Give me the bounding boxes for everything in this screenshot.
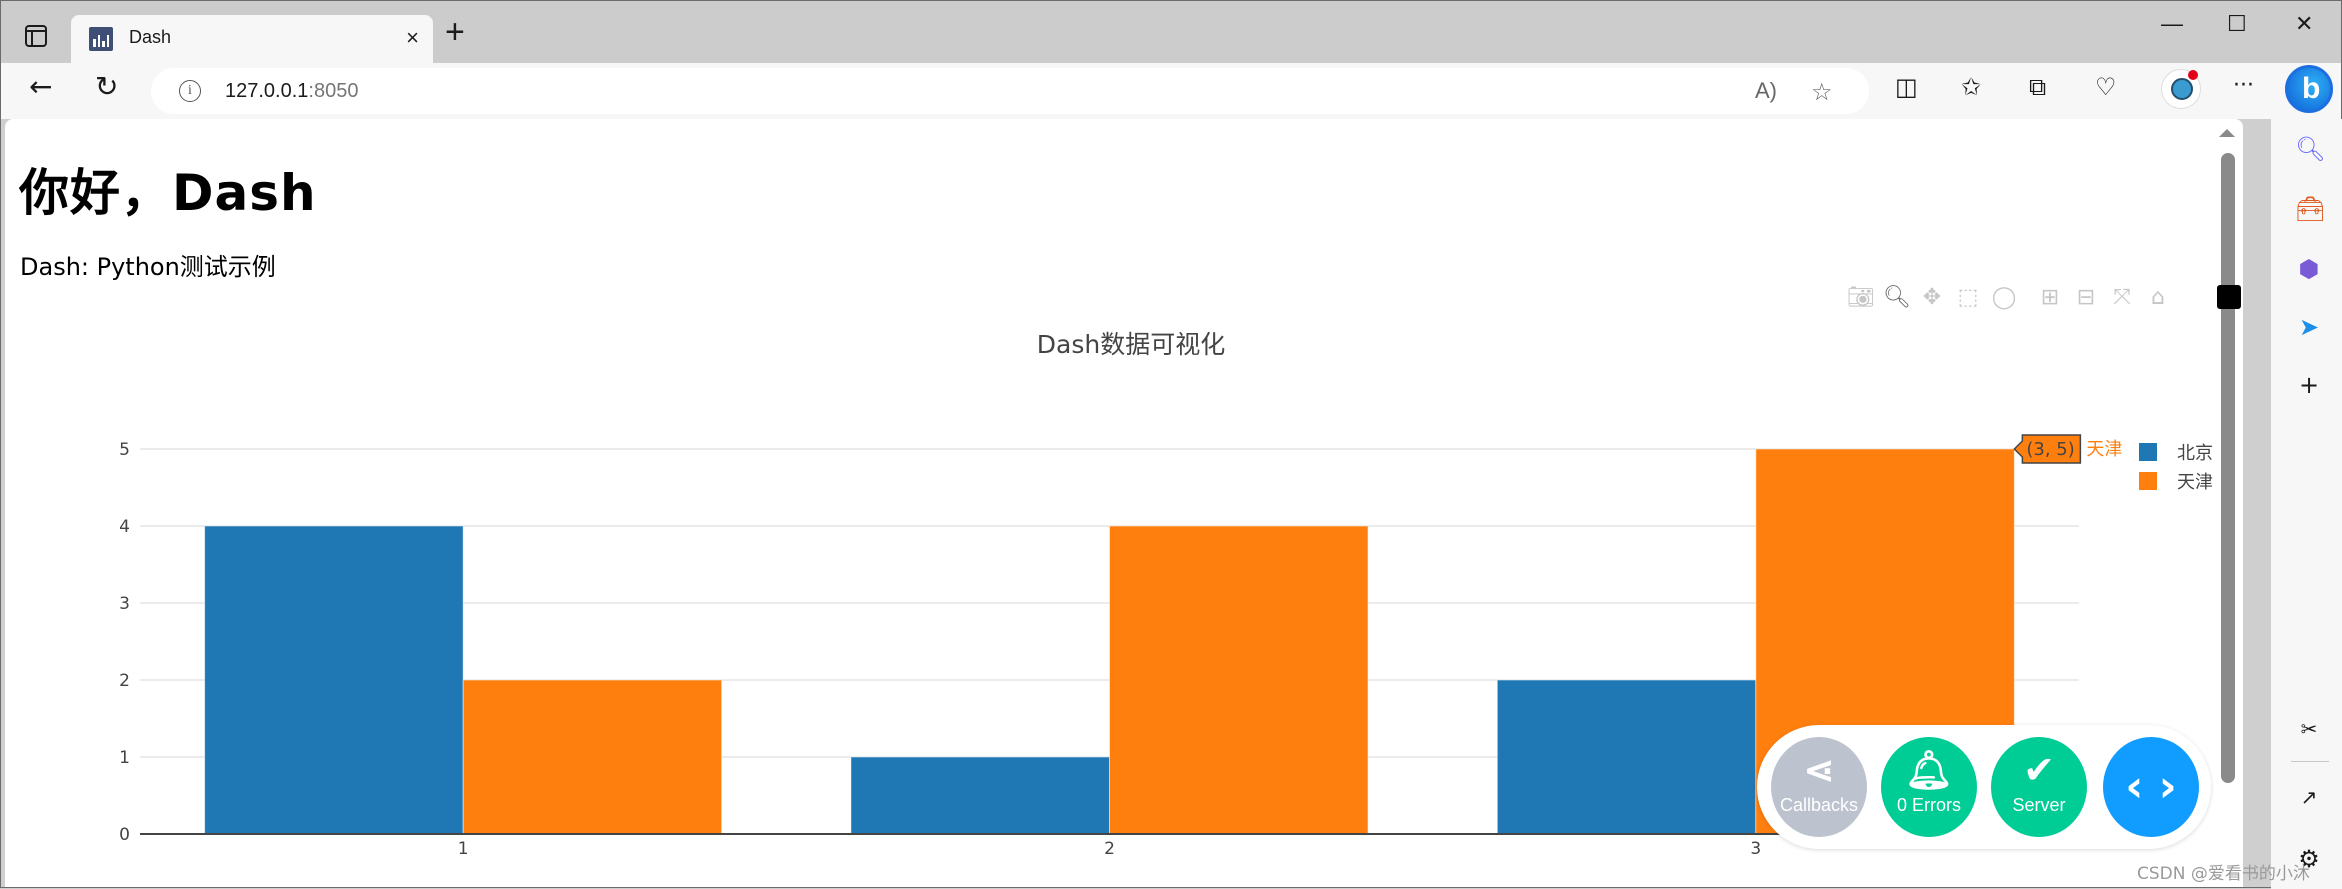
legend-swatch <box>2139 443 2157 461</box>
bars <box>204 448 2015 835</box>
bar-天津-1 <box>462 679 723 835</box>
add-icon[interactable]: + <box>2295 371 2323 399</box>
y-tick-label: 2 <box>119 671 130 691</box>
hover-series-name: 天津 <box>2086 439 2122 460</box>
y-tick-label: 1 <box>119 748 130 768</box>
x-tick-label: 3 <box>1750 839 1761 859</box>
browser-window: Dash × + — ☐ ✕ ← ↻ i 127.0.0.1:8050 A) ☆… <box>0 0 2342 889</box>
y-tick-label: 0 <box>119 825 130 845</box>
hover-label: (3, 5) 天津 <box>2013 434 2122 464</box>
bar-天津-2 <box>1109 525 1369 835</box>
code-icon: ‹ › <box>2125 761 2177 812</box>
callbacks-button[interactable]: ⋖ Callbacks <box>1771 737 1867 837</box>
toggle-devtools-button[interactable]: ‹ › <box>2103 737 2199 837</box>
edge-sidebar: 🔍︎ 🧰︎ ⬢ ➤ + ✂ ↗ ⚙ <box>2271 119 2342 889</box>
bar-北京-2 <box>850 756 1110 835</box>
sidebar-divider <box>2291 761 2329 762</box>
legend-label: 天津 <box>2177 472 2213 493</box>
send-icon[interactable]: ➤ <box>2295 313 2323 341</box>
check-icon: ✔ <box>2023 748 2055 792</box>
hover-value: (3, 5) <box>2026 439 2074 460</box>
y-tick-label: 5 <box>119 440 130 460</box>
y-tick-label: 3 <box>119 594 130 614</box>
open-external-icon[interactable]: ↗ <box>2295 783 2323 811</box>
y-tick-labels: 0 1 2 3 4 5 <box>119 440 130 845</box>
x-tick-label: 1 <box>458 839 469 859</box>
watermark: CSDN @爱看书的小沐 <box>2137 864 2310 884</box>
x-tick-label: 2 <box>1104 839 1115 859</box>
errors-button[interactable]: 🔔︎ 0 Errors <box>1881 737 1977 837</box>
legend-swatch <box>2139 472 2157 490</box>
bar-北京-1 <box>204 525 464 835</box>
bar-北京-3 <box>1496 679 1757 835</box>
y-tick-label: 4 <box>119 517 130 537</box>
callbacks-label: Callbacks <box>1779 795 1859 815</box>
x-tick-labels: 1 2 3 <box>458 839 1761 859</box>
dash-devtools: ⋖ Callbacks 🔔︎ 0 Errors ✔ Server ‹ › <box>1757 725 2211 849</box>
chart-title: Dash数据可视化 <box>1037 330 1225 359</box>
legend: 北京天津 <box>2139 443 2213 493</box>
bell-icon: 🔔︎ <box>1904 748 1954 792</box>
plotly-logo-icon[interactable] <box>2217 285 2241 309</box>
share-icon: ⋖ <box>1803 748 1835 792</box>
errors-label: 0 Errors <box>1896 795 1961 815</box>
screenshot-icon[interactable]: ✂ <box>2295 715 2323 743</box>
search-icon[interactable]: 🔍︎ <box>2295 135 2325 163</box>
office-icon[interactable]: ⬢ <box>2295 255 2323 283</box>
server-label: Server <box>2012 795 2066 815</box>
tools-icon[interactable]: 🧰︎ <box>2295 195 2325 223</box>
legend-label: 北京 <box>2177 443 2213 464</box>
server-button[interactable]: ✔ Server <box>1991 737 2087 837</box>
